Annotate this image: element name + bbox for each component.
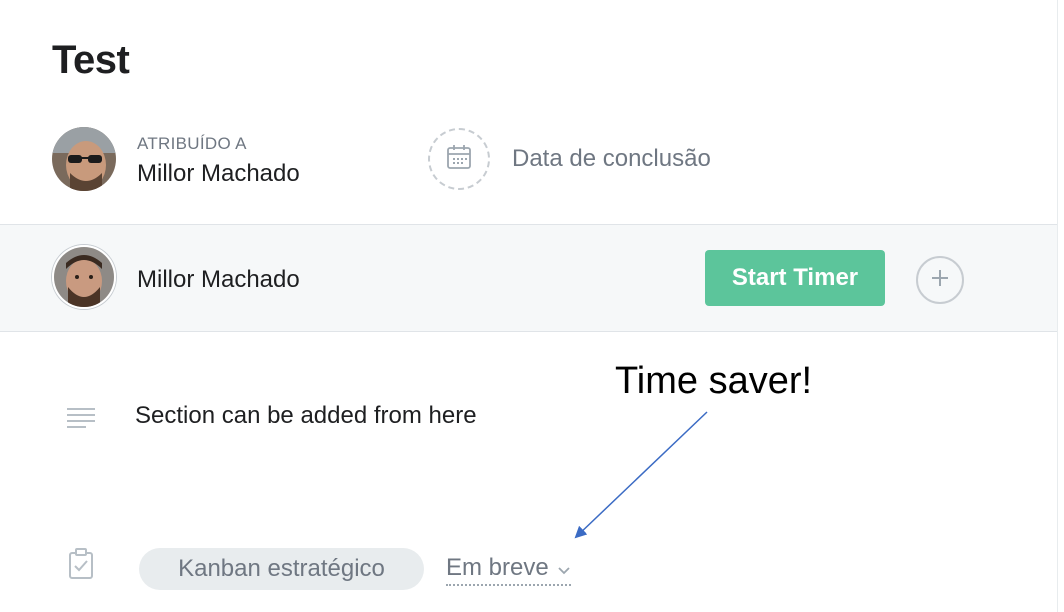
start-timer-button[interactable]: Start Timer — [705, 250, 885, 306]
assignee-avatar[interactable] — [52, 127, 116, 191]
annotation-callout: Time saver! — [615, 360, 813, 402]
due-date-label[interactable]: Data de conclusão — [512, 145, 711, 173]
section-dropdown[interactable]: Em breve — [446, 554, 571, 586]
clipboard-check-icon — [68, 548, 94, 585]
task-title[interactable]: Test — [52, 38, 130, 83]
due-date-button[interactable] — [428, 128, 490, 190]
assignee-name[interactable]: Millor Machado — [137, 160, 300, 188]
follower-avatar[interactable] — [52, 245, 116, 309]
calendar-icon — [445, 143, 473, 176]
task-detail-panel: Test ATRIBUÍDO A Millor Machado Data de … — [0, 0, 1058, 612]
chevron-down-icon — [557, 554, 571, 582]
plus-icon — [929, 267, 951, 294]
section-name: Em breve — [446, 554, 549, 581]
follower-name[interactable]: Millor Machado — [137, 266, 300, 294]
follower-row: Millor Machado Start Timer — [0, 224, 1057, 332]
assignee-label: ATRIBUÍDO A — [137, 134, 247, 153]
add-follower-button[interactable] — [916, 256, 964, 304]
text-lines-icon — [66, 406, 96, 435]
task-description[interactable]: Section can be added from here — [135, 402, 477, 430]
project-pill[interactable]: Kanban estratégico — [139, 548, 424, 590]
